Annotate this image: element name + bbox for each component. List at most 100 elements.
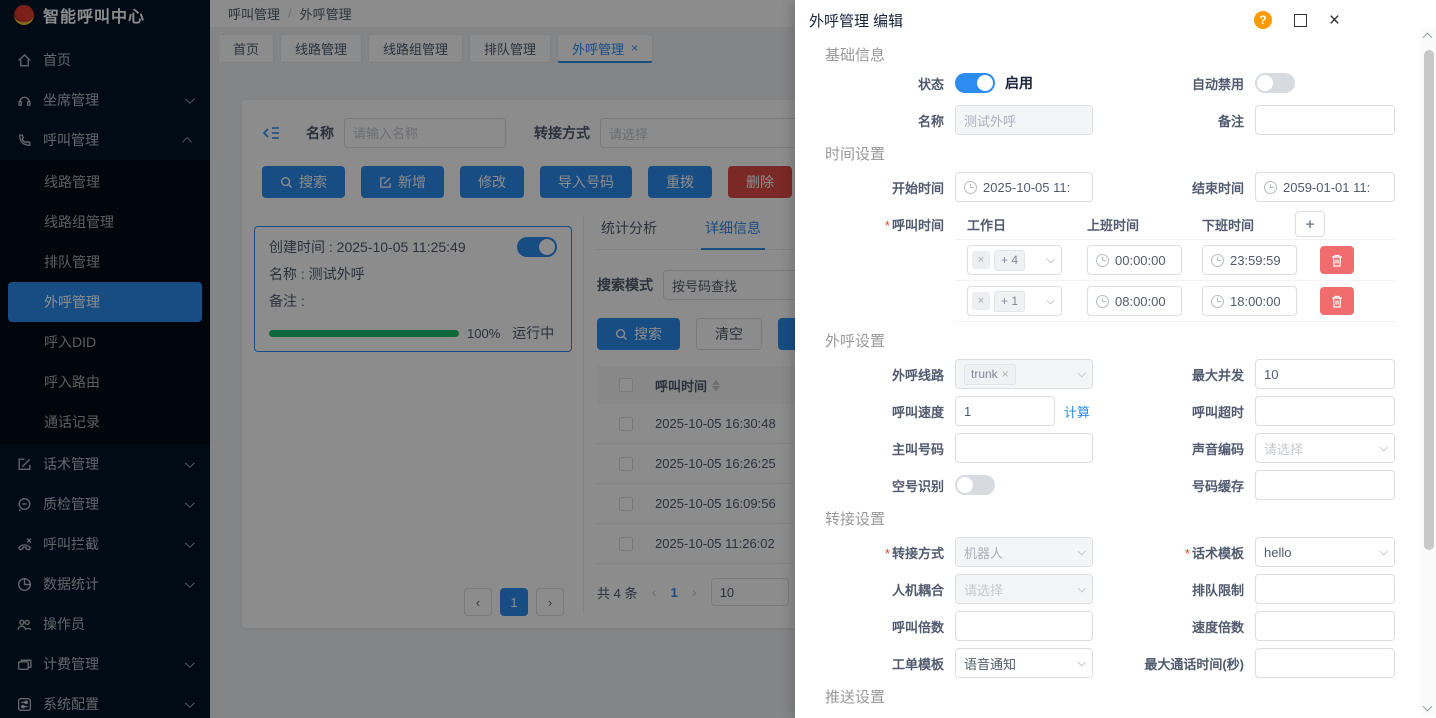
call-timeout-input[interactable]	[1264, 404, 1386, 419]
time-value: 23:59:59	[1230, 253, 1281, 268]
call-multiple-input[interactable]	[964, 619, 1084, 634]
script-template-label: *话术模板	[1103, 543, 1255, 562]
chevron-down-icon	[1046, 296, 1054, 304]
clock-icon	[964, 181, 977, 194]
chevron-down-icon	[1077, 547, 1085, 555]
ticket-template-select[interactable]: 语音通知	[955, 648, 1093, 678]
workday-select[interactable]: × + 1	[967, 286, 1062, 316]
scroll-up-icon[interactable]	[1423, 33, 1433, 43]
status-toggle[interactable]	[955, 73, 995, 93]
remark-field[interactable]	[1255, 105, 1395, 135]
outbound-edit-drawer: 外呼管理 编辑 ? × 基础信息 状态 启用 自动禁用 名称	[795, 0, 1436, 718]
call-multiple-label: 呼叫倍数	[825, 617, 955, 636]
chevron-down-icon	[1379, 443, 1387, 451]
start-time-input[interactable]: 08:00:00	[1087, 286, 1182, 316]
scrollbar-thumb[interactable]	[1424, 50, 1434, 550]
clock-icon	[1211, 254, 1224, 267]
speed-multiple-field[interactable]	[1255, 611, 1395, 641]
end-time-input[interactable]: 23:59:59	[1202, 245, 1297, 275]
delete-call-time-button[interactable]	[1320, 287, 1354, 315]
max-call-duration-field[interactable]	[1255, 648, 1395, 678]
end-time-input[interactable]: 18:00:00	[1202, 286, 1297, 316]
select-value: 机器人	[964, 543, 1003, 562]
app-root: 智能呼叫中心 首页 坐席管理 呼叫管理	[0, 0, 1436, 718]
max-concurrency-field[interactable]	[1255, 359, 1395, 389]
max-call-duration-label: 最大通话时间(秒)	[1103, 654, 1255, 673]
trash-icon	[1331, 295, 1343, 308]
empty-number-toggle[interactable]	[955, 475, 995, 495]
call-time-row: × + 4 00:00:00 23:59:59	[955, 239, 1395, 280]
caller-number-input[interactable]	[964, 441, 1084, 456]
select-placeholder: 请选择	[964, 580, 1003, 599]
start-time-picker[interactable]: 2025-10-05 11:	[955, 172, 1093, 202]
tag-close-icon[interactable]: ×	[972, 251, 990, 269]
start-time-label: 开始时间	[825, 178, 955, 197]
delete-call-time-button[interactable]	[1320, 246, 1354, 274]
speed-multiple-label: 速度倍数	[1103, 617, 1255, 636]
column-start-time: 上班时间	[1087, 215, 1202, 234]
trash-icon	[1331, 254, 1343, 267]
script-template-select[interactable]: hello	[1255, 537, 1395, 567]
call-speed-label: 呼叫速度	[825, 402, 955, 421]
section-push-settings: 推送设置	[825, 686, 1400, 707]
workday-select[interactable]: × + 4	[967, 245, 1062, 275]
call-timeout-field[interactable]	[1255, 396, 1395, 426]
clock-icon	[1211, 295, 1224, 308]
select-placeholder: 请选择	[1264, 439, 1303, 458]
remark-input[interactable]	[1264, 113, 1386, 128]
drawer-scrollbar[interactable]	[1421, 28, 1436, 716]
maximize-icon[interactable]	[1294, 14, 1307, 27]
audio-codec-label: 声音编码	[1103, 439, 1255, 458]
call-speed-field[interactable]	[955, 396, 1055, 426]
start-time-input[interactable]: 00:00:00	[1087, 245, 1182, 275]
speed-multiple-input[interactable]	[1264, 619, 1386, 634]
number-cache-input[interactable]	[1264, 478, 1386, 493]
label-text: 呼叫时间	[892, 218, 944, 233]
end-time-picker[interactable]: 2059-01-01 11:	[1255, 172, 1395, 202]
add-call-time-button[interactable]: +	[1295, 211, 1325, 237]
name-field[interactable]	[955, 105, 1093, 135]
help-icon[interactable]: ?	[1254, 11, 1272, 29]
drawer-body: 基础信息 状态 启用 自动禁用 名称 备注 时间设置 开始时间	[795, 40, 1436, 707]
clock-icon	[1264, 181, 1277, 194]
label-text: 转接方式	[892, 546, 944, 561]
call-speed-input[interactable]	[964, 404, 1046, 419]
tag-label: trunk	[971, 367, 998, 381]
number-cache-field[interactable]	[1255, 470, 1395, 500]
transfer-mode-select[interactable]: 机器人	[955, 537, 1093, 567]
human-machine-coupling-label: 人机耦合	[825, 580, 955, 599]
ticket-template-label: 工单模板	[825, 654, 955, 673]
empty-number-label: 空号识别	[825, 476, 955, 495]
auto-disable-toggle[interactable]	[1255, 73, 1295, 93]
audio-codec-select[interactable]: 请选择	[1255, 433, 1395, 463]
select-value: 语音通知	[964, 654, 1016, 673]
chevron-down-icon	[1046, 255, 1054, 263]
max-call-duration-input[interactable]	[1264, 656, 1386, 671]
section-basic-info: 基础信息	[825, 44, 1400, 65]
queue-limit-field[interactable]	[1255, 574, 1395, 604]
clock-icon	[1096, 295, 1109, 308]
caller-number-label: 主叫号码	[825, 439, 955, 458]
remark-label: 备注	[1103, 111, 1255, 130]
drawer-title: 外呼管理 编辑	[809, 10, 903, 31]
name-input[interactable]	[964, 113, 1084, 128]
time-value: 08:00:00	[1115, 294, 1166, 309]
tag-close-icon[interactable]: ×	[972, 292, 990, 310]
human-machine-coupling-select[interactable]: 请选择	[955, 574, 1093, 604]
outbound-line-label: 外呼线路	[825, 365, 955, 384]
auto-disable-label: 自动禁用	[1103, 74, 1255, 93]
more-tag: + 1	[1001, 294, 1018, 308]
chevron-down-icon	[1077, 658, 1085, 666]
caller-number-field[interactable]	[955, 433, 1093, 463]
end-time-value: 2059-01-01 11:	[1283, 180, 1370, 195]
max-concurrency-input[interactable]	[1264, 367, 1386, 382]
tag-close-icon[interactable]: ×	[1002, 367, 1009, 381]
time-value: 18:00:00	[1230, 294, 1281, 309]
outbound-line-select[interactable]: trunk ×	[955, 359, 1093, 389]
calculate-link[interactable]: 计算	[1064, 402, 1090, 421]
close-icon[interactable]: ×	[1329, 11, 1340, 30]
call-multiple-field[interactable]	[955, 611, 1093, 641]
clock-icon	[1096, 254, 1109, 267]
queue-limit-input[interactable]	[1264, 582, 1386, 597]
scroll-down-icon[interactable]	[1423, 702, 1433, 712]
